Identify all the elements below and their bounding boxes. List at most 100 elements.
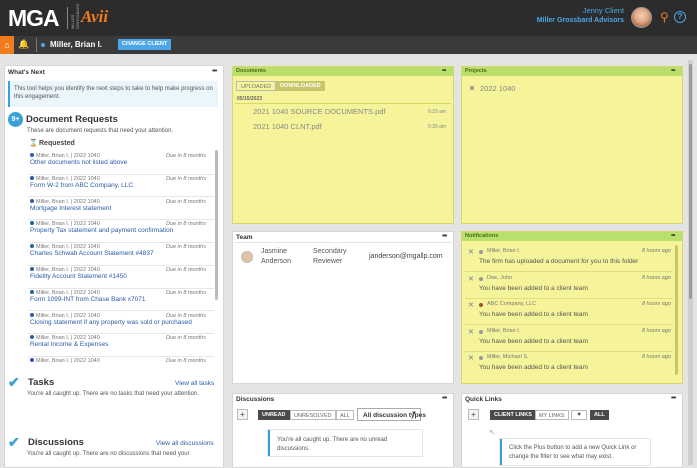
dismiss-icon[interactable]: ✕ bbox=[468, 275, 474, 283]
notification-divider bbox=[465, 297, 673, 299]
tab-all-links[interactable]: ALL bbox=[590, 410, 609, 420]
view-all-discussions-link[interactable]: View all discussions bbox=[156, 440, 214, 447]
notification-item[interactable]: ✕ Miller, Brian I. 8 hours ago You have bee… bbox=[465, 327, 673, 351]
quick-links-menu-icon[interactable]: ••• bbox=[671, 395, 676, 402]
notification-item[interactable]: ✕ Doe, John 8 hours ago You have been added… bbox=[465, 274, 673, 298]
tab-my-links[interactable]: MY LINKS bbox=[535, 410, 569, 420]
page-scrollbar-thumb[interactable] bbox=[689, 64, 692, 299]
request-divider bbox=[28, 333, 214, 335]
quick-links-title: Quick Links bbox=[465, 396, 502, 403]
document-file[interactable]: 2021 1040 CLNT.pdf bbox=[253, 122, 322, 131]
list-item[interactable]: Miller, Brian I. | 2022 1040 Due in 8 mon… bbox=[30, 335, 214, 355]
tab-uploaded[interactable]: UPLOADED bbox=[236, 81, 277, 91]
notification-dot bbox=[479, 356, 483, 360]
list-item[interactable]: Miller, Brian I. | 2022 1040 Due in 8 mon… bbox=[30, 289, 214, 310]
dismiss-icon[interactable]: ✕ bbox=[468, 301, 474, 309]
tab-downloaded[interactable]: DOWNLOADED bbox=[276, 81, 325, 91]
request-link[interactable]: Closing statement if any property was so… bbox=[30, 319, 214, 326]
dismiss-icon[interactable]: ✕ bbox=[468, 328, 474, 336]
notification-item[interactable]: ✕ Miller, Michael S. 8 hours ago You have b… bbox=[465, 353, 673, 377]
notification-time: 8 hours ago bbox=[641, 248, 671, 254]
notification-time: 8 hours ago bbox=[641, 354, 671, 360]
request-meta: Miller, Brian I. | 2022 1040 Due in 8 mon… bbox=[30, 358, 214, 364]
list-item[interactable]: Miller, Brian I. | 2022 1040 Due in 8 mon… bbox=[30, 221, 214, 241]
project-item[interactable]: 2022 1040 bbox=[480, 84, 515, 93]
notifications-menu-icon[interactable]: ••• bbox=[671, 233, 675, 239]
notification-who: Miller, Brian I. bbox=[487, 327, 521, 334]
projects-title: Projects bbox=[465, 68, 487, 74]
notification-divider bbox=[465, 350, 673, 352]
document-time: 6:33 am bbox=[428, 109, 447, 115]
request-due: Due in 8 months bbox=[165, 267, 206, 273]
team-member-email[interactable]: janderson@mgallp.com bbox=[369, 253, 443, 260]
document-time: 5:39 am bbox=[428, 124, 447, 130]
tab-all[interactable]: ALL bbox=[336, 410, 354, 420]
dismiss-icon[interactable]: ✕ bbox=[468, 248, 474, 256]
request-link[interactable]: Charles Schwab Account Statement #4837 bbox=[30, 250, 214, 257]
request-due: Due in 8 months bbox=[165, 358, 206, 365]
list-item[interactable]: Miller, Brian I. | 2022 1040 Due in 8 mon… bbox=[30, 358, 214, 370]
notification-time: 8 hours ago bbox=[641, 301, 671, 307]
favorite-filter-button[interactable]: ♥ bbox=[571, 410, 587, 420]
add-quick-link-button[interactable]: + bbox=[468, 409, 479, 420]
notification-item[interactable]: ✕ Miller, Brian I. 8 hours ago The firm has… bbox=[465, 247, 673, 271]
request-due: Due in 8 months bbox=[165, 312, 206, 319]
notifications-header: Notifications bbox=[462, 232, 682, 241]
request-divider bbox=[28, 310, 214, 312]
request-link[interactable]: Form W-2 from ABC Company, LLC bbox=[30, 182, 214, 189]
request-due: Due in 8 months bbox=[165, 175, 206, 182]
discussions-check-icon: ✔ bbox=[8, 434, 20, 450]
discussions-title: Discussions bbox=[28, 437, 84, 448]
discussions-menu-icon[interactable]: ••• bbox=[442, 395, 447, 402]
team-menu-icon[interactable]: ••• bbox=[442, 233, 447, 240]
notifications-scrollbar[interactable] bbox=[675, 245, 678, 375]
notification-message: You have been added to a client team bbox=[479, 284, 588, 292]
request-link[interactable]: Rental Income & Expenses bbox=[30, 341, 214, 348]
list-item[interactable]: Miller, Brian I. | 2022 1040 Due in 8 mon… bbox=[30, 312, 214, 333]
discussions-empty-text: You're all caught up. There are no unrea… bbox=[277, 437, 388, 452]
quick-links-hint: Click the Plus button to add a new Quick… bbox=[509, 445, 637, 460]
request-link[interactable]: Other documents not listed above bbox=[30, 159, 214, 166]
notification-message: You have been added to a client team bbox=[479, 337, 588, 345]
request-link[interactable]: Form 1099-INT from Chase Bank x7071 bbox=[30, 296, 214, 303]
team-member-avatar-icon bbox=[241, 251, 253, 263]
documents-menu-icon[interactable]: ••• bbox=[442, 68, 446, 74]
request-link[interactable]: Property Tax statement and payment confi… bbox=[30, 227, 214, 234]
request-link[interactable]: Fidelity Account Statement #1450 bbox=[30, 273, 214, 280]
notification-time: 8 hours ago bbox=[641, 274, 671, 281]
dismiss-icon[interactable]: ✕ bbox=[468, 354, 474, 362]
request-link[interactable]: Mortgage Interest statement bbox=[30, 205, 214, 212]
notification-divider bbox=[465, 324, 673, 325]
request-divider bbox=[28, 287, 214, 289]
projects-menu-icon[interactable]: ••• bbox=[671, 68, 675, 74]
chevron-down-icon: ▼ bbox=[411, 411, 417, 417]
team-divider bbox=[234, 242, 452, 243]
tab-unread[interactable]: UNREAD bbox=[258, 410, 290, 420]
request-dot-icon bbox=[30, 289, 34, 294]
documents-title: Documents bbox=[236, 68, 266, 74]
notification-who: Miller, Michael S. bbox=[487, 354, 529, 360]
request-dot-icon bbox=[30, 335, 34, 340]
tab-client-links[interactable]: CLIENT LINKS bbox=[490, 410, 536, 420]
document-date-divider bbox=[235, 103, 451, 104]
notification-item[interactable]: ✕ ABC Company, LLC 8 hours ago You have bee… bbox=[465, 300, 673, 324]
list-item[interactable]: Miller, Brian I. | 2022 1040 Due in 8 mon… bbox=[30, 198, 214, 219]
list-item[interactable]: Miller, Brian I. | 2022 1040 Due in 8 mon… bbox=[30, 175, 214, 196]
heart-icon: ♥ bbox=[577, 412, 581, 418]
add-discussion-button[interactable]: + bbox=[237, 409, 248, 420]
list-item[interactable]: Miller, Brian I. | 2022 1040 Due in 8 mon… bbox=[30, 244, 214, 264]
request-due: Due in 8 months bbox=[165, 198, 206, 205]
list-item[interactable]: Miller, Brian I. | 2022 1040 Due in 8 mon… bbox=[30, 267, 214, 287]
request-divider bbox=[28, 355, 214, 357]
team-member-first: Jasmine bbox=[261, 248, 288, 255]
request-divider bbox=[28, 219, 214, 221]
notification-message: You have been added to a client team bbox=[479, 364, 588, 371]
notification-divider bbox=[465, 271, 673, 272]
list-item[interactable]: Miller, Brian I. | 2022 1040 Due in 8 mon… bbox=[30, 153, 214, 173]
arrow-up-left-icon: ↖ bbox=[489, 428, 496, 437]
request-dot-icon bbox=[30, 267, 34, 271]
document-file[interactable]: 2021 1040 SOURCE DOCUMENTS.pdf bbox=[253, 107, 386, 116]
view-all-tasks-link[interactable]: View all tasks bbox=[175, 380, 214, 387]
discussion-type-select[interactable]: All discussion types ▼ bbox=[357, 408, 426, 421]
tab-unresolved[interactable]: UNRESOLVED bbox=[290, 410, 336, 420]
